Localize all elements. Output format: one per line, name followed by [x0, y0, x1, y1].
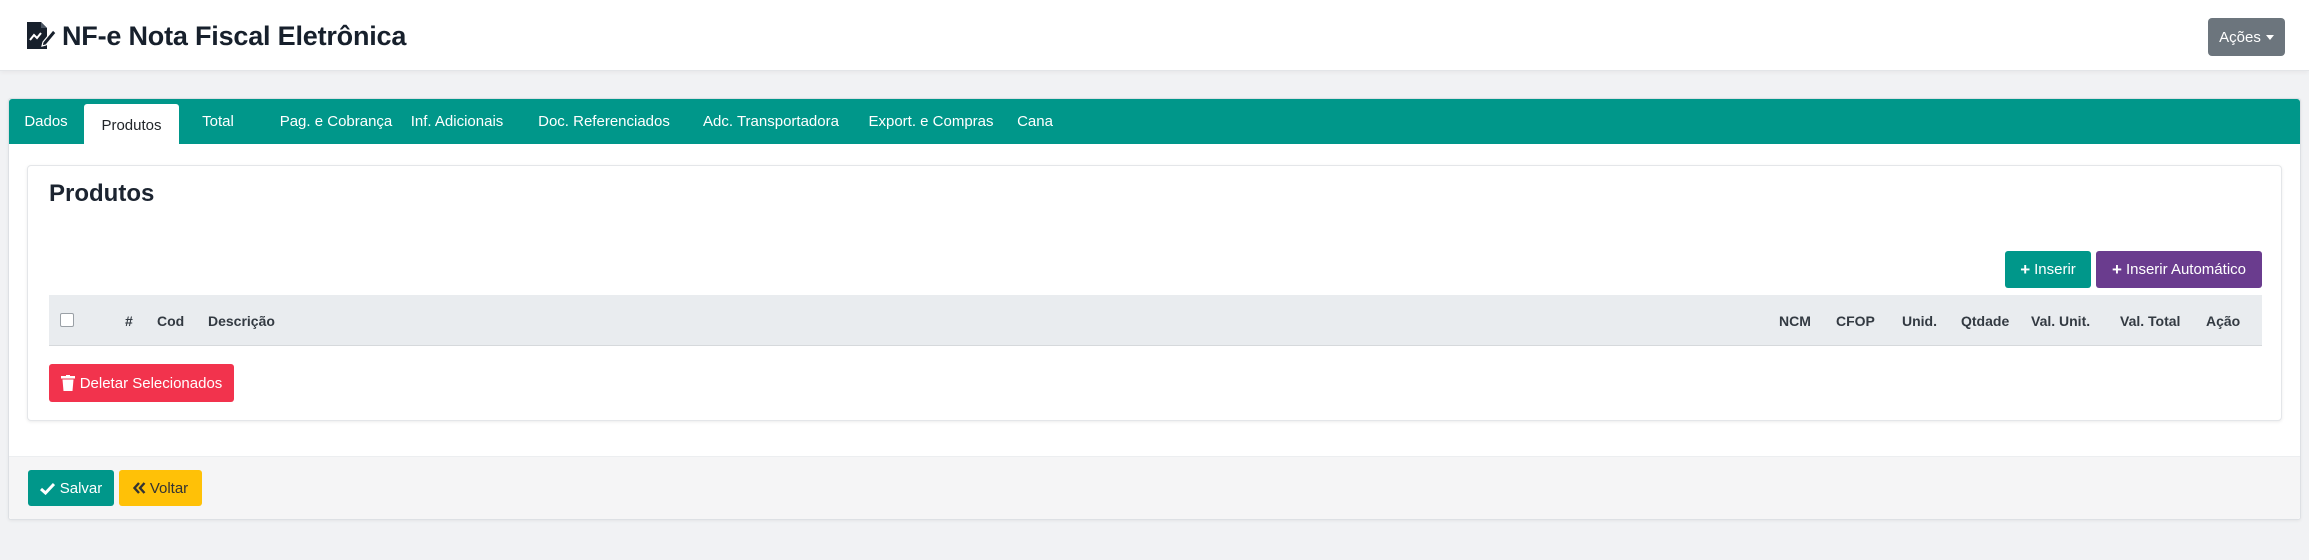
- save-button-label: Salvar: [59, 479, 103, 497]
- col-val-total: Val. Total: [2120, 312, 2181, 329]
- insert-auto-button-label: Inserir Automático: [2125, 261, 2246, 278]
- nfe-card: Dados Produtos Total Pag. e Cobrança Inf…: [8, 98, 2301, 520]
- plus-icon: +: [2020, 260, 2031, 279]
- double-chevron-left-icon: [132, 482, 146, 494]
- col-descricao: Descrição: [208, 312, 275, 329]
- col-ncm: NCM: [1779, 312, 1811, 329]
- tab-export-compras[interactable]: Export. e Compras: [860, 99, 1002, 144]
- insert-button[interactable]: + Inserir: [2005, 251, 2091, 288]
- top-header: NF-e Nota Fiscal Eletrônica Ações: [0, 0, 2309, 71]
- col-number: #: [125, 312, 133, 329]
- section-title: Produtos: [49, 180, 155, 207]
- insert-auto-button[interactable]: + Inserir Automático: [2096, 251, 2262, 288]
- col-acao: Ação: [2206, 312, 2241, 329]
- tab-adc-transportadora[interactable]: Adc. Transportadora: [690, 99, 852, 144]
- delete-selected-button[interactable]: Deletar Selecionados: [49, 364, 234, 402]
- produtos-panel: Produtos + Inserir + Inserir Automático …: [27, 165, 2282, 421]
- page-title-wrap: NF-e Nota Fiscal Eletrônica: [24, 18, 406, 54]
- caret-down-icon: [2265, 34, 2274, 40]
- back-button-label: Voltar: [149, 479, 189, 497]
- save-button[interactable]: Salvar: [28, 470, 114, 506]
- tab-total[interactable]: Total: [187, 99, 249, 144]
- delete-selected-label: Deletar Selecionados: [79, 374, 223, 392]
- plus-icon: +: [2112, 260, 2122, 279]
- form-footer: Salvar Voltar: [9, 456, 2300, 519]
- back-button[interactable]: Voltar: [119, 470, 202, 506]
- col-val-unit: Val. Unit.: [2031, 312, 2091, 329]
- tab-doc-referenciados[interactable]: Doc. Referenciados: [529, 99, 679, 144]
- document-edit-icon: [27, 22, 56, 49]
- col-cfop: CFOP: [1836, 312, 1875, 329]
- tab-produtos[interactable]: Produtos: [84, 104, 179, 146]
- col-unid: Unid.: [1902, 312, 1937, 329]
- actions-dropdown-button[interactable]: Ações: [2208, 18, 2285, 56]
- select-all-checkbox[interactable]: [60, 313, 74, 327]
- col-qtdade: Qtdade: [1961, 312, 2010, 329]
- insert-button-label: Inserir: [2034, 261, 2076, 278]
- check-icon: [39, 482, 55, 495]
- page-title: NF-e Nota Fiscal Eletrônica: [62, 20, 407, 51]
- col-cod: Cod: [157, 312, 185, 329]
- products-table-header: # Cod Descrição NCM CFOP Unid. Qtdade Va…: [49, 295, 2262, 346]
- tab-bar: Dados Produtos Total Pag. e Cobrança Inf…: [9, 99, 2300, 146]
- tab-pag-cobranca[interactable]: Pag. e Cobrança: [255, 99, 417, 144]
- actions-dropdown-label: Ações: [2219, 28, 2261, 46]
- tab-inf-adicionais[interactable]: Inf. Adicionais: [397, 99, 517, 144]
- tab-cana[interactable]: Cana: [1009, 99, 1061, 144]
- trash-icon: [60, 375, 75, 391]
- tab-dados[interactable]: Dados: [9, 99, 83, 144]
